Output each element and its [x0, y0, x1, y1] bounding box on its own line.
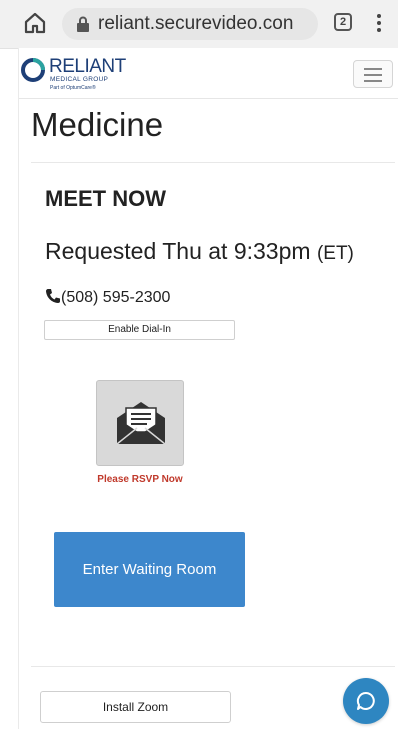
home-icon[interactable]: [22, 10, 48, 36]
logo-mark-icon: [21, 58, 45, 82]
divider: [31, 162, 395, 163]
phone-number: (508) 595-2300: [61, 289, 171, 306]
logo-name: RELIANT: [49, 56, 126, 77]
chat-icon: [356, 691, 375, 710]
url-text: reliant.securevideo.con: [98, 13, 294, 34]
site-header: RELIANT MEDICAL GROUP Part of OptumCare®: [19, 48, 398, 99]
address-bar[interactable]: reliant.securevideo.con: [62, 8, 318, 40]
install-zoom-button[interactable]: Install Zoom: [40, 691, 231, 723]
site-content: RELIANT MEDICAL GROUP Part of OptumCare®…: [18, 48, 398, 729]
lock-icon: [77, 16, 89, 32]
chat-button[interactable]: [343, 678, 389, 724]
divider: [31, 666, 395, 667]
enter-waiting-room-button[interactable]: Enter Waiting Room: [54, 532, 245, 607]
phone-icon: [46, 289, 60, 303]
page-title: Medicine: [31, 106, 164, 143]
hamburger-menu-icon[interactable]: [353, 60, 393, 88]
kebab-menu-icon[interactable]: [376, 12, 382, 34]
tabs-icon[interactable]: 2: [334, 13, 352, 31]
enable-dial-in-button[interactable]: Enable Dial-In: [44, 320, 235, 340]
meeting-type-label: MEET NOW: [45, 186, 166, 211]
logo-subtitle: MEDICAL GROUP: [50, 76, 109, 83]
requested-time: Requested Thu at 9:33pm (ET): [45, 238, 354, 265]
requested-text: Requested Thu at 9:33pm: [45, 238, 311, 264]
envelope-icon: [116, 402, 166, 445]
rsvp-button[interactable]: [96, 380, 184, 466]
reliant-logo[interactable]: RELIANT MEDICAL GROUP Part of OptumCare®: [21, 54, 151, 94]
phone-row[interactable]: (508) 595-2300: [45, 288, 170, 307]
browser-toolbar: reliant.securevideo.con 2: [0, 0, 398, 49]
logo-tagline: Part of OptumCare®: [50, 85, 96, 91]
timezone-label: (ET): [316, 243, 354, 264]
rsvp-label[interactable]: Please RSVP Now: [19, 474, 261, 485]
